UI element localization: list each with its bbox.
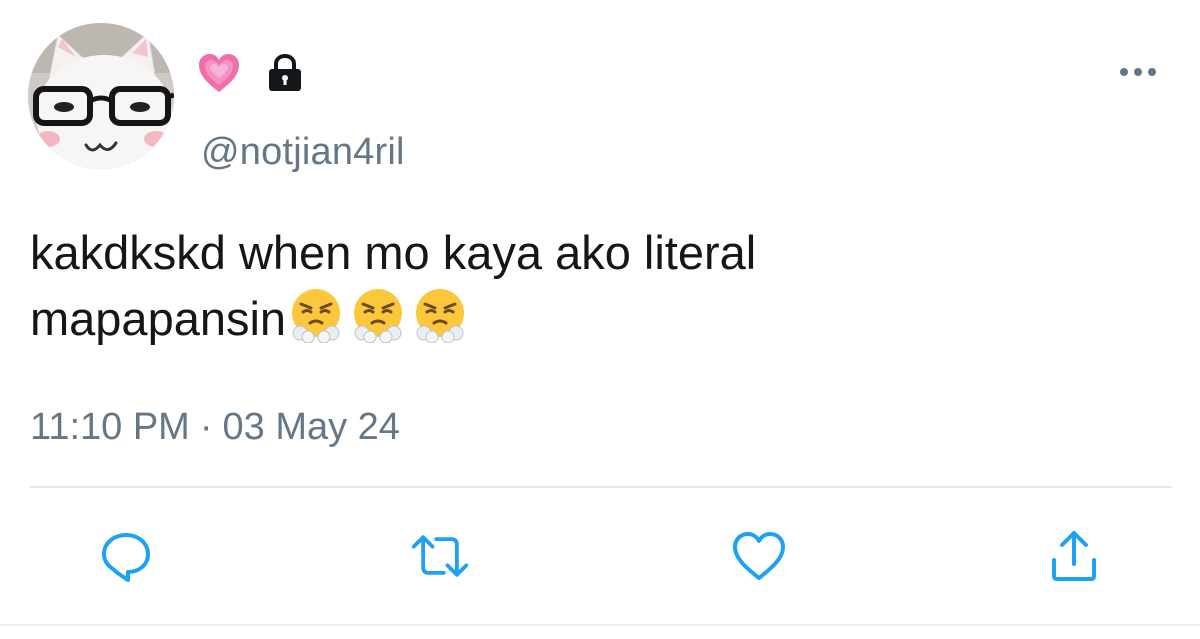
retweet-icon	[411, 535, 469, 577]
more-options-button[interactable]	[1116, 60, 1160, 84]
like-button[interactable]	[729, 526, 789, 586]
display-name-row[interactable]	[197, 50, 303, 96]
action-bar	[0, 526, 1200, 586]
face-with-steam-from-nose-icon	[350, 287, 406, 343]
lock-icon	[267, 54, 303, 92]
tweet-card: @notjian4ril kakdkskd when mo kaya ako l…	[0, 0, 1200, 639]
heart-outline-icon	[733, 532, 785, 580]
reply-icon	[102, 533, 150, 582]
divider	[30, 486, 1172, 488]
tweet-text: kakdkskd when mo kaya ako literal mapapa…	[30, 220, 1150, 352]
share-icon	[1052, 531, 1096, 581]
tweet-timestamp[interactable]: 11:10 PM · 03 May 24	[30, 406, 400, 449]
growing-heart-icon	[197, 52, 241, 94]
retweet-button[interactable]	[410, 526, 470, 586]
face-with-steam-from-nose-icon	[412, 287, 468, 343]
share-button[interactable]	[1044, 526, 1104, 586]
meta-separator: ·	[199, 406, 213, 448]
tweet-text-line-2: mapapansin	[30, 286, 1150, 352]
tweet-time: 11:10 PM	[30, 406, 190, 448]
face-with-steam-from-nose-icon	[288, 287, 344, 343]
plush-cat-with-glasses-avatar	[28, 23, 174, 169]
reply-button[interactable]	[96, 526, 156, 586]
bottom-divider	[0, 624, 1200, 626]
tweet-text-line-2-words: mapapansin	[30, 292, 287, 345]
tweet-date: 03 May 24	[222, 406, 400, 448]
user-handle[interactable]: @notjian4ril	[201, 131, 405, 174]
emoji-group	[288, 287, 468, 343]
tweet-text-line-1: kakdkskd when mo kaya ako literal	[30, 226, 757, 279]
more-horizontal-icon	[1120, 68, 1156, 76]
avatar[interactable]	[28, 23, 174, 169]
